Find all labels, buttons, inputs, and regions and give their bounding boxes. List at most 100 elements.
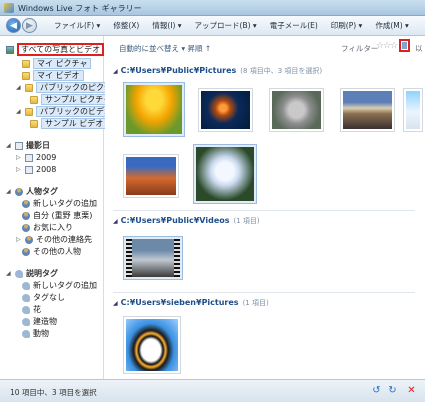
rotate-left-icon[interactable]: ↺ — [370, 384, 383, 397]
tree-item-add-desc-tag[interactable]: 新しいタグの追加 — [22, 280, 97, 291]
tree-label-all: すべての写真とビデオ — [17, 43, 105, 56]
tree-label-favorites: お気に入り — [33, 223, 73, 232]
photo-image — [196, 147, 254, 201]
tree-item-all[interactable]: すべての写真とビデオ — [6, 43, 105, 56]
tree-item-2008[interactable]: ▷ 2008 — [16, 164, 56, 175]
tag-icon — [22, 305, 30, 314]
tree-item-sample-pictures[interactable]: サンプル ピクチャ — [30, 94, 116, 105]
photo-image — [406, 91, 420, 129]
collapse-arrow-icon[interactable]: ◢ — [6, 142, 12, 149]
tree-item-other-people[interactable]: その他の人物 — [22, 246, 81, 257]
tree-item-flowers[interactable]: 花 — [22, 304, 41, 315]
tree-item-favorites[interactable]: お気に入り — [22, 222, 73, 233]
tree-item-sample-videos[interactable]: サンプル ビデオ — [30, 118, 108, 129]
tree-item-me[interactable]: 自分 (重野 恵栗) — [22, 210, 92, 221]
status-text: 10 項目中、3 項目を選択 — [10, 388, 97, 397]
photo-image — [126, 85, 182, 134]
tag-icon — [15, 269, 23, 278]
tree-label-buildings: 建造物 — [33, 317, 57, 326]
section-path: C:¥Users¥sieben¥Pictures — [120, 298, 239, 307]
photo-image — [126, 319, 178, 371]
section-header-user-pictures[interactable]: ◢ C:¥Users¥sieben¥Pictures (1 項目) — [113, 298, 269, 308]
expand-arrow-icon[interactable]: ▷ — [16, 236, 22, 243]
thumbnail-video[interactable] — [123, 236, 183, 280]
photos-icon — [6, 45, 14, 54]
tree-item-people-tags[interactable]: ◢ 人物タグ — [6, 186, 58, 197]
flag-icon — [402, 42, 407, 49]
thumbnail-lighthouse[interactable] — [340, 88, 395, 132]
person-icon — [22, 247, 30, 256]
menu-email[interactable]: 電子メール(E) — [270, 20, 318, 31]
tree-item-animals[interactable]: 動物 — [22, 328, 49, 339]
tree-item-add-people-tag[interactable]: 新しいタグの追加 — [22, 198, 97, 209]
menu-bar: ファイル(F) ▾ 修整(X) 情報(I) ▾ アップロード(B) ▾ 電子メー… — [54, 20, 422, 31]
menu-info[interactable]: 情報(I) ▾ — [152, 20, 181, 31]
tree-label-public-videos: パブリックのビデオ — [36, 106, 116, 117]
expand-arrow-icon[interactable]: ▷ — [16, 154, 22, 161]
back-button[interactable]: ◀ — [6, 18, 21, 33]
tree-item-date-taken[interactable]: ◢ 撮影日 — [6, 140, 50, 151]
truncated-label: 以 — [415, 44, 423, 53]
tree-item-other-contacts[interactable]: ▷ その他の連絡先 — [16, 234, 92, 245]
collapse-arrow-icon[interactable]: ◢ — [113, 300, 118, 307]
menu-upload[interactable]: アップロード(B) ▾ — [195, 20, 257, 31]
collapse-arrow-icon[interactable]: ◢ — [16, 108, 22, 115]
collapse-arrow-icon[interactable]: ◢ — [113, 68, 118, 75]
tree-item-untagged[interactable]: タグなし — [22, 292, 65, 303]
photo-image — [343, 91, 392, 129]
collapse-arrow-icon[interactable]: ◢ — [6, 270, 12, 277]
menu-print[interactable]: 印刷(P) ▾ — [331, 20, 363, 31]
tree-item-2009[interactable]: ▷ 2009 — [16, 152, 56, 163]
person-icon — [22, 211, 30, 220]
forward-button[interactable]: ▶ — [22, 18, 37, 33]
tree-item-buildings[interactable]: 建造物 — [22, 316, 57, 327]
rating-filter-stars[interactable]: ☆☆☆ — [376, 41, 398, 51]
expand-arrow-icon[interactable]: ▷ — [16, 166, 22, 173]
section-header-public-videos[interactable]: ◢ C:¥Users¥Public¥Videos (1 項目) — [113, 216, 260, 226]
thumbnail-penguins-partial[interactable] — [403, 88, 423, 132]
calendar-icon — [15, 141, 23, 150]
section-header-public-pictures[interactable]: ◢ C:¥Users¥Public¥Pictures (8 項目中、3 項目を選… — [113, 66, 322, 76]
video-frame — [132, 239, 174, 277]
section-divider — [113, 292, 415, 293]
tree-item-desc-tags[interactable]: ◢ 説明タグ — [6, 268, 58, 279]
section-path: C:¥Users¥Public¥Pictures — [120, 66, 237, 75]
photo-image — [201, 91, 250, 129]
tree-label-2008: 2008 — [36, 165, 57, 174]
flag-filter-button[interactable] — [399, 39, 410, 52]
thumbnail-hydrangeas[interactable] — [193, 144, 257, 204]
navigation-pane: すべての写真とビデオ マイ ピクチャ マイ ビデオ ◢ パブリックのピクチャ サ… — [0, 36, 124, 379]
thumbnail-desert[interactable] — [123, 154, 179, 198]
person-icon — [25, 235, 33, 244]
collapse-arrow-icon[interactable]: ◢ — [113, 218, 118, 225]
tree-label-sample-videos: サンプル ビデオ — [41, 118, 108, 129]
tree-label-date-taken: 撮影日 — [26, 141, 50, 150]
tree-label-me: 自分 (重野 恵栗) — [33, 211, 93, 220]
tree-item-public-videos[interactable]: ◢ パブリックのビデオ — [16, 106, 116, 117]
add-person-icon — [22, 199, 30, 208]
menu-file[interactable]: ファイル(F) ▾ — [54, 20, 100, 31]
title-bar: Windows Live フォト ギャラリー — [0, 0, 425, 16]
tree-item-my-videos[interactable]: マイ ビデオ — [22, 70, 84, 81]
tree-label-add-people-tag: 新しいタグの追加 — [33, 199, 97, 208]
tree-item-my-pictures[interactable]: マイ ピクチャ — [22, 58, 92, 69]
section-count: (1 項目) — [242, 299, 269, 307]
menu-make[interactable]: 作成(M) ▾ — [375, 20, 408, 31]
rotate-right-icon[interactable]: ↻ — [386, 384, 399, 397]
thumbnail-penguin[interactable] — [123, 316, 181, 374]
sort-dropdown[interactable]: 自動的に並べ替え ▾ 昇順 ↑ — [119, 43, 211, 54]
video-image — [126, 239, 180, 277]
sort-filter-bar: 自動的に並べ替え ▾ 昇順 ↑ フィルター ☆☆☆ 以 — [105, 36, 425, 58]
menu-fix[interactable]: 修整(X) — [113, 20, 139, 31]
thumbnail-jellyfish[interactable] — [198, 88, 253, 132]
thumbnail-tulips[interactable] — [123, 82, 185, 137]
section-path: C:¥Users¥Public¥Videos — [120, 216, 230, 225]
tree-label-people-tags: 人物タグ — [26, 187, 58, 196]
add-tag-icon — [22, 281, 30, 290]
collapse-arrow-icon[interactable]: ◢ — [6, 188, 12, 195]
tag-icon — [22, 329, 30, 338]
thumbnail-koala[interactable] — [269, 88, 324, 132]
film-strip-icon — [174, 239, 180, 277]
collapse-arrow-icon[interactable]: ◢ — [16, 84, 22, 91]
delete-icon[interactable]: ✕ — [405, 384, 418, 397]
